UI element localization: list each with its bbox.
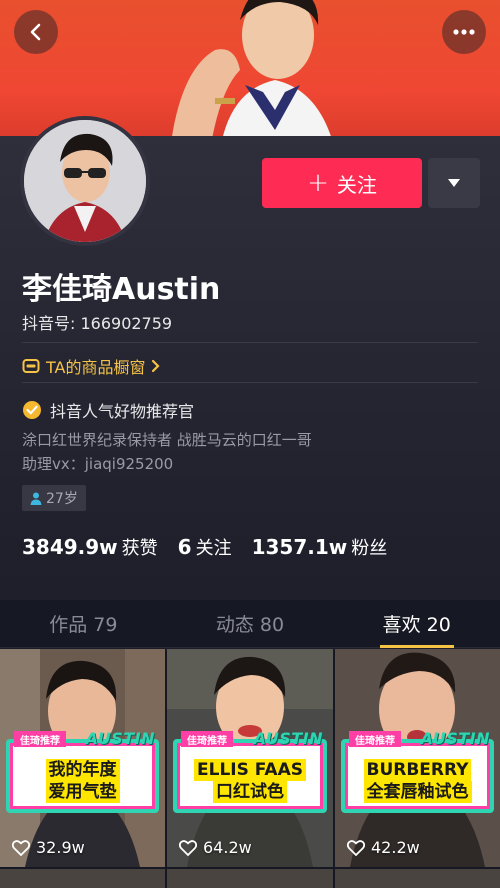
- video-likes: 42.2w: [347, 838, 420, 857]
- avatar[interactable]: [20, 116, 150, 246]
- video-banner: 佳琦推荐 AUSTIN ELLIS FAAS 口红试色: [173, 729, 327, 813]
- divider: [22, 382, 478, 383]
- banner-line: 我的年度: [45, 759, 120, 781]
- verification-label: 抖音人气好物推荐官: [50, 402, 195, 421]
- video-grid: 佳琦推荐 AUSTIN 我的年度 爱用气垫 32.9w 佳琦推荐 AUSTIN …: [0, 649, 500, 867]
- age-badge: 27岁: [22, 485, 86, 511]
- bio-line: 助理vx：jiaqi925200: [22, 455, 174, 473]
- stat-label: 粉丝: [351, 538, 388, 559]
- video-banner: 佳琦推荐 AUSTIN 我的年度 爱用气垫: [6, 729, 159, 813]
- heart-icon: [179, 839, 197, 856]
- stat-label: 关注: [195, 538, 232, 559]
- shop-label: TA的商品橱窗: [46, 358, 146, 377]
- banner-brand: AUSTIN: [420, 729, 490, 748]
- banner-brand: AUSTIN: [253, 729, 323, 748]
- content-tabs: 作品 79 动态 80 喜欢 20: [0, 600, 500, 648]
- age-label: 27岁: [46, 491, 78, 507]
- back-button[interactable]: [14, 10, 58, 54]
- video-thumbnail[interactable]: [167, 869, 333, 888]
- follow-button[interactable]: + 关注: [262, 158, 422, 208]
- banner-tag: 佳琦推荐: [14, 731, 66, 747]
- banner-line: ELLIS FAAS: [194, 759, 306, 781]
- stat-followers[interactable]: 1357.1w 粉丝: [252, 534, 388, 560]
- video-card[interactable]: 佳琦推荐 AUSTIN BURBERRY 全套唇釉试色 42.2w: [335, 649, 500, 867]
- shop-window-link[interactable]: TA的商品橱窗: [22, 354, 161, 378]
- stat-likes: 3849.9w 获赞: [22, 534, 158, 560]
- follow-label: 关注: [336, 172, 377, 197]
- banner-line: 爱用气垫: [45, 781, 120, 803]
- bio-line: 涂口红世界纪录保持者 战胜马云的口红一哥: [22, 431, 312, 449]
- banner-tag: 佳琦推荐: [181, 731, 233, 747]
- banner-brand: AUSTIN: [85, 729, 155, 748]
- more-dots-icon: [453, 29, 475, 35]
- profile-name: 李佳琦Austin: [22, 272, 221, 307]
- verification: 抖音人气好物推荐官: [22, 398, 194, 422]
- stat-label: 获赞: [121, 538, 158, 559]
- avatar-photo: [24, 120, 146, 242]
- likes-count: 42.2w: [371, 838, 420, 857]
- banner-line: 全套唇釉试色: [363, 781, 472, 803]
- heart-icon: [12, 839, 30, 856]
- divider: [22, 342, 478, 343]
- male-user-icon: [30, 492, 42, 505]
- plus-icon: +: [307, 168, 329, 198]
- tab-dynamic[interactable]: 动态 80: [167, 600, 334, 647]
- video-card[interactable]: 佳琦推荐 AUSTIN ELLIS FAAS 口红试色 64.2w: [167, 649, 333, 867]
- video-banner: 佳琦推荐 AUSTIN BURBERRY 全套唇釉试色: [341, 729, 494, 813]
- video-card[interactable]: 佳琦推荐 AUSTIN 我的年度 爱用气垫 32.9w: [0, 649, 165, 867]
- stat-following[interactable]: 6 关注: [178, 534, 232, 560]
- heart-icon: [347, 839, 365, 856]
- douyin-id: 抖音号: 166902759: [22, 314, 173, 333]
- video-thumbnail[interactable]: [334, 869, 500, 888]
- shop-icon: [22, 359, 40, 373]
- likes-count: 32.9w: [36, 838, 85, 857]
- bio: 涂口红世界纪录保持者 战胜马云的口红一哥 助理vx：jiaqi925200: [22, 428, 312, 476]
- tab-works[interactable]: 作品 79: [0, 600, 167, 647]
- banner-line: BURBERRY: [363, 759, 472, 781]
- next-row-thumbnails: [0, 869, 500, 888]
- banner-tag: 佳琦推荐: [349, 731, 401, 747]
- caret-down-icon: [448, 179, 460, 187]
- more-button[interactable]: [442, 10, 486, 54]
- chevron-left-icon: [30, 23, 41, 41]
- likes-count: 64.2w: [203, 838, 252, 857]
- stat-number: 1357.1w: [251, 535, 348, 559]
- video-likes: 64.2w: [179, 838, 252, 857]
- banner-line: 口红试色: [213, 781, 287, 803]
- cover-photo: [170, 0, 335, 150]
- profile-stats: 3849.9w 获赞 6 关注 1357.1w 粉丝: [22, 534, 387, 560]
- video-likes: 32.9w: [12, 838, 85, 857]
- video-thumbnail[interactable]: [0, 869, 166, 888]
- stat-number: 3849.9w: [22, 535, 118, 559]
- chevron-right-icon: [152, 359, 161, 373]
- stat-number: 6: [177, 535, 192, 559]
- verified-badge-icon: [23, 401, 41, 419]
- recommend-dropdown-button[interactable]: [428, 158, 480, 208]
- tab-likes[interactable]: 喜欢 20: [333, 600, 500, 647]
